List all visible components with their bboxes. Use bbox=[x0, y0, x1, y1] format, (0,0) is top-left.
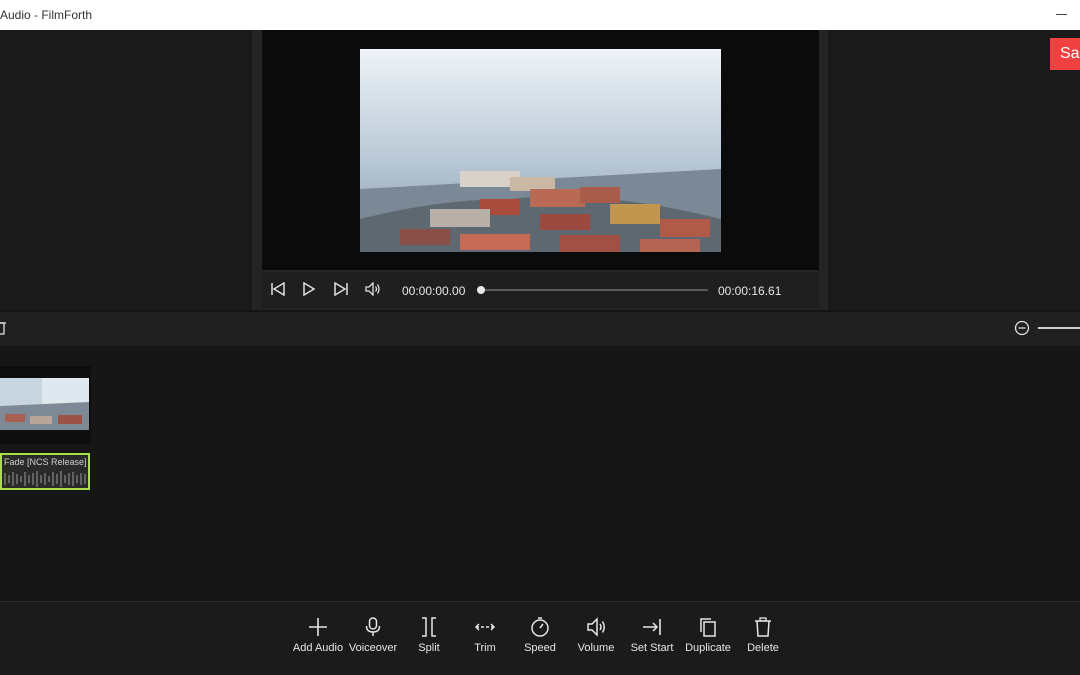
volume-icon[interactable] bbox=[365, 281, 381, 301]
split-button[interactable]: Split bbox=[397, 616, 461, 664]
timeline-toolbar bbox=[0, 312, 1080, 346]
trash-icon bbox=[755, 617, 771, 637]
progress-slider[interactable] bbox=[484, 289, 708, 291]
zoom-out-icon[interactable] bbox=[1014, 320, 1030, 341]
set-start-label: Set Start bbox=[630, 642, 674, 654]
total-time: 00:00:16.61 bbox=[718, 284, 782, 298]
set-start-icon bbox=[643, 619, 661, 635]
progress-handle[interactable] bbox=[477, 286, 485, 294]
zoom-slider[interactable] bbox=[1038, 327, 1080, 329]
duplicate-icon bbox=[700, 618, 716, 637]
delete-button[interactable]: Delete bbox=[731, 616, 795, 664]
delete-label: Delete bbox=[747, 642, 779, 654]
volume-button[interactable]: Volume bbox=[564, 616, 628, 664]
audio-waveform bbox=[4, 471, 86, 487]
video-preview bbox=[360, 49, 721, 252]
microphone-icon bbox=[365, 617, 381, 636]
current-time: 00:00:00.00 bbox=[402, 284, 466, 298]
window-title: Audio - FilmForth bbox=[0, 8, 93, 22]
set-start-button[interactable]: Set Start bbox=[620, 616, 684, 664]
skip-back-icon[interactable] bbox=[270, 281, 286, 301]
skip-forward-icon[interactable] bbox=[333, 281, 349, 301]
minimize-icon[interactable] bbox=[1056, 14, 1067, 15]
save-button[interactable]: Sa bbox=[1050, 38, 1080, 70]
audio-clip[interactable]: Fade [NCS Release] bbox=[0, 453, 90, 490]
play-icon[interactable] bbox=[302, 281, 316, 301]
volume-label: Volume bbox=[577, 642, 615, 654]
trim-icon bbox=[474, 623, 496, 631]
title-bar bbox=[0, 0, 1080, 30]
audio-clip-label: Fade [NCS Release] bbox=[4, 457, 87, 467]
speed-icon bbox=[531, 617, 549, 637]
timeline bbox=[0, 346, 1080, 600]
volume-icon bbox=[587, 617, 605, 637]
video-clip[interactable] bbox=[0, 366, 91, 444]
speed-button[interactable]: Speed bbox=[508, 616, 572, 664]
speed-label: Speed bbox=[524, 642, 556, 654]
voiceover-button[interactable]: Voiceover bbox=[341, 616, 405, 664]
voiceover-label: Voiceover bbox=[348, 642, 398, 654]
split-icon bbox=[422, 617, 436, 637]
right-panel bbox=[828, 30, 1080, 310]
trash-icon[interactable] bbox=[0, 320, 6, 341]
plus-icon bbox=[309, 618, 327, 636]
left-panel bbox=[0, 30, 252, 310]
split-label: Split bbox=[418, 642, 440, 654]
